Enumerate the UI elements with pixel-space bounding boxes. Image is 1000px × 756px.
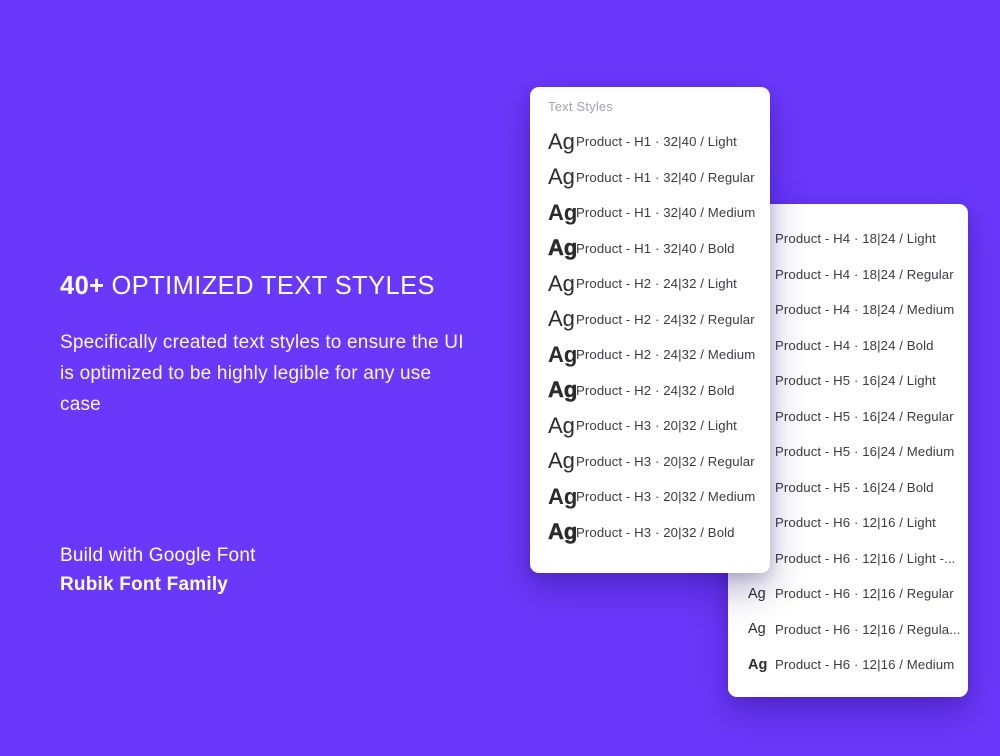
text-style-row[interactable]: Ag Product - H3 · 20|32 / Medium (530, 479, 770, 515)
text-style-row[interactable]: Ag Product - H1 · 32|40 / Light (530, 124, 770, 160)
style-label: Product - H6 · 12|16 / Regula... (775, 622, 960, 637)
style-label: Product - H4 · 18|24 / Regular (775, 267, 954, 282)
style-label: Product - H4 · 18|24 / Medium (775, 302, 954, 317)
style-label: Product - H3 · 20|32 / Bold (576, 525, 735, 540)
style-preview-glyph: Ag (548, 342, 576, 368)
text-style-row[interactable]: Ag Product - H2 · 24|32 / Regular (530, 302, 770, 338)
style-label: Product - H6 · 12|16 / Medium (775, 657, 954, 672)
style-label: Product - H3 · 20|32 / Medium (576, 489, 755, 504)
style-label: Product - H4 · 18|24 / Light (775, 231, 936, 246)
style-label: Product - H1 · 32|40 / Medium (576, 205, 755, 220)
footer-text: Build with Google Font Rubik Font Family (60, 542, 256, 599)
style-preview-glyph: Ag (748, 657, 775, 673)
text-style-row[interactable]: Ag Product - H6 · 12|16 / Regula... (728, 612, 968, 648)
style-label: Product - H1 · 32|40 / Regular (576, 170, 755, 185)
style-preview-glyph: Ag (548, 129, 576, 155)
title-highlight: 40+ (60, 272, 104, 300)
style-preview-glyph: Ag (548, 413, 576, 439)
text-style-row[interactable]: Ag Product - H3 · 20|32 / Regular (530, 444, 770, 480)
style-label: Product - H6 · 12|16 / Light (775, 515, 936, 530)
description-text: Specifically created text styles to ensu… (60, 327, 468, 420)
text-style-row[interactable]: Ag Product - H3 · 20|32 / Bold (530, 515, 770, 551)
text-style-row[interactable]: Ag Product - H6 · 12|16 / Regular (728, 576, 968, 612)
style-label: Product - H4 · 18|24 / Bold (775, 338, 934, 353)
text-style-row[interactable]: Ag Product - H1 · 32|40 / Bold (530, 231, 770, 267)
style-label: Product - H2 · 24|32 / Light (576, 276, 737, 291)
style-row-list: Ag Product - H1 · 32|40 / Light Ag Produ… (530, 124, 770, 550)
card-title: Text Styles (548, 99, 613, 114)
style-preview-glyph: Ag (748, 586, 775, 602)
style-preview-glyph: Ag (548, 448, 576, 474)
style-preview-glyph: Ag (548, 235, 576, 261)
style-preview-glyph: Ag (548, 484, 576, 510)
style-label: Product - H3 · 20|32 / Light (576, 418, 737, 433)
style-preview-glyph: Ag (548, 306, 576, 332)
style-label: Product - H5 · 16|24 / Bold (775, 480, 934, 495)
style-label: Product - H2 · 24|32 / Medium (576, 347, 755, 362)
style-label: Product - H5 · 16|24 / Light (775, 373, 936, 388)
text-style-row[interactable]: Ag Product - H3 · 20|32 / Light (530, 408, 770, 444)
title-rest: OPTIMIZED TEXT STYLES (111, 272, 434, 300)
footer-line-rubik: Rubik Font Family (60, 571, 256, 600)
style-preview-glyph: Ag (548, 164, 576, 190)
style-label: Product - H2 · 24|32 / Regular (576, 312, 755, 327)
text-style-row[interactable]: Ag Product - H1 · 32|40 / Regular (530, 160, 770, 196)
text-style-row[interactable]: Ag Product - H2 · 24|32 / Bold (530, 373, 770, 409)
text-styles-card-primary: Text Styles Ag Product - H1 · 32|40 / Li… (530, 87, 770, 573)
style-preview-glyph: Ag (548, 377, 576, 403)
style-label: Product - H6 · 12|16 / Light -... (775, 551, 955, 566)
text-style-row[interactable]: Ag Product - H1 · 32|40 / Medium (530, 195, 770, 231)
style-label: Product - H1 · 32|40 / Bold (576, 241, 735, 256)
page-title: 40+OPTIMIZED TEXT STYLES (60, 272, 435, 301)
style-preview-glyph: Ag (548, 519, 576, 545)
footer-line-build: Build with Google Font (60, 542, 256, 571)
style-preview-glyph: Ag (748, 621, 775, 637)
style-label: Product - H5 · 16|24 / Regular (775, 409, 954, 424)
style-label: Product - H5 · 16|24 / Medium (775, 444, 954, 459)
text-style-row[interactable]: Ag Product - H2 · 24|32 / Light (530, 266, 770, 302)
style-label: Product - H2 · 24|32 / Bold (576, 383, 735, 398)
style-preview-glyph: Ag (548, 271, 576, 297)
text-style-row[interactable]: Ag Product - H2 · 24|32 / Medium (530, 337, 770, 373)
style-label: Product - H3 · 20|32 / Regular (576, 454, 755, 469)
text-style-row[interactable]: Ag Product - H6 · 12|16 / Medium (728, 647, 968, 683)
style-label: Product - H1 · 32|40 / Light (576, 134, 737, 149)
style-preview-glyph: Ag (548, 200, 576, 226)
style-label: Product - H6 · 12|16 / Regular (775, 586, 954, 601)
poster-background: 40+OPTIMIZED TEXT STYLES Specifically cr… (0, 0, 1000, 756)
